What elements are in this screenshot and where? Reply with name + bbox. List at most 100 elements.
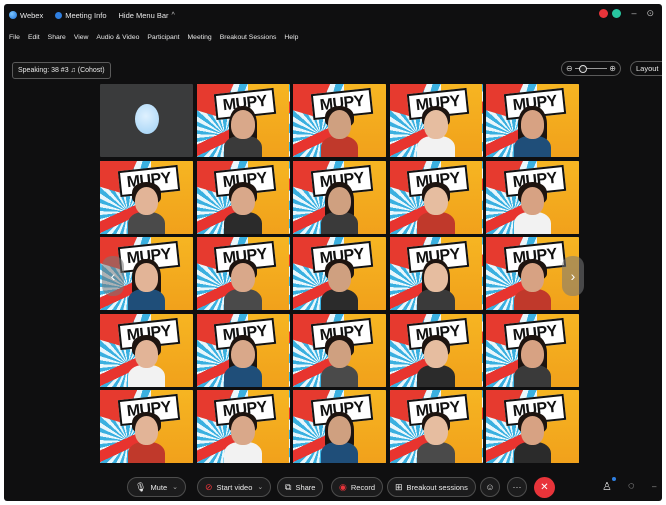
menu-bar: File Edit Share View Audio & Video Parti… <box>4 30 306 44</box>
next-page-button[interactable]: › <box>562 256 584 296</box>
participant-video <box>127 257 166 310</box>
participant-video-tile[interactable]: MUPY <box>486 313 579 387</box>
info-icon <box>55 11 63 19</box>
participant-video <box>513 257 552 310</box>
record-label: Record <box>350 482 376 492</box>
hide-menu-bar-button[interactable]: Hide Menu Bar ^ <box>119 11 175 20</box>
chevron-down-icon[interactable]: ⌄ <box>172 483 178 491</box>
participant-tile-avatar[interactable] <box>100 84 193 157</box>
record-icon: ◉ <box>339 481 347 492</box>
participant-video-tile[interactable]: MUPY <box>293 390 386 463</box>
breakout-sessions-button[interactable]: ⊞ Breakout sessions <box>387 477 476 497</box>
start-video-label: Start video <box>216 482 253 492</box>
notification-dot <box>612 477 616 481</box>
participant-video-tile[interactable]: MUPY <box>389 313 483 387</box>
participant-video-tile[interactable]: MUPY <box>486 84 579 157</box>
connection-status-icon <box>612 9 622 18</box>
participant-video-tile[interactable]: MUPY <box>486 390 579 463</box>
mute-label: Mute <box>150 482 168 492</box>
video-off-icon: ⊘ <box>205 481 213 492</box>
microphone-icon: 🎙 <box>135 481 147 492</box>
participant-video <box>320 257 359 310</box>
participant-video-tile[interactable]: MUPY <box>486 160 579 234</box>
participant-video <box>513 181 552 234</box>
menu-meeting[interactable]: Meeting <box>188 34 212 41</box>
zoom-in-icon[interactable]: ⊕ <box>609 64 616 73</box>
layout-button[interactable]: Layout <box>630 61 662 76</box>
share-icon: ⧉ <box>285 481 292 492</box>
restore-button[interactable]: ⊙ <box>646 9 654 18</box>
participants-icon[interactable]: ♙ <box>602 480 612 493</box>
start-video-button[interactable]: ⊘ Start video ⌄ <box>197 477 272 497</box>
zoom-out-icon[interactable]: ⊖ <box>566 64 573 73</box>
mute-button[interactable]: 🎙 Mute ⌄ <box>127 477 186 497</box>
menu-share[interactable]: Share <box>48 34 66 41</box>
more-panels-icon[interactable]: – <box>652 482 656 491</box>
menu-participant[interactable]: Participant <box>147 34 179 41</box>
participant-video-tile[interactable]: MUPY <box>389 160 483 234</box>
more-options-button[interactable]: ··· <box>507 477 527 497</box>
chevron-down-icon[interactable]: ⌄ <box>257 483 263 491</box>
menu-file[interactable]: File <box>9 34 20 41</box>
participant-video <box>224 181 262 234</box>
record-button[interactable]: ◉ Record <box>331 477 384 497</box>
participant-video-tile[interactable]: MUPY <box>293 313 386 387</box>
participant-video-tile[interactable]: MUPY <box>293 237 386 310</box>
participant-video <box>127 334 166 387</box>
participant-video <box>417 104 455 157</box>
participant-video <box>224 410 262 463</box>
window-controls: – ⊙ <box>595 9 654 18</box>
participant-video-tile[interactable]: MUPY <box>196 84 290 157</box>
meeting-info-button[interactable]: Meeting Info <box>55 10 107 20</box>
menu-view[interactable]: View <box>74 34 89 41</box>
zoom-track[interactable] <box>574 65 608 73</box>
menu-breakout-sessions[interactable]: Breakout Sessions <box>220 34 277 41</box>
participant-video-tile[interactable]: MUPY <box>100 160 193 234</box>
reactions-button[interactable]: ☺ <box>480 477 500 497</box>
webex-window: Webex Meeting Info Hide Menu Bar ^ – ⊙ F… <box>4 4 662 501</box>
end-meeting-button[interactable]: ✕ <box>534 477 555 498</box>
participant-video <box>417 181 455 234</box>
smiley-icon: ☺ <box>485 482 495 492</box>
participant-video-tile[interactable]: MUPY <box>196 390 290 463</box>
participant-video-tile[interactable]: MUPY <box>293 160 386 234</box>
participant-video-tile[interactable]: MUPY <box>389 84 483 157</box>
participant-video-tile[interactable]: MUPY <box>389 237 483 310</box>
participant-video-tile[interactable]: MUPY <box>389 390 483 463</box>
previous-page-button[interactable]: ‹ <box>102 256 124 296</box>
breakout-label: Breakout sessions <box>406 482 468 492</box>
meeting-info-label: Meeting Info <box>65 10 107 20</box>
video-grid: MUPY MUPY MUPY MUPY MUPY MUPY MUPY MUPY MUPY MUPY… <box>100 84 586 470</box>
participant-video-tile[interactable]: MUPY <box>100 390 193 463</box>
participant-video <box>127 181 166 234</box>
participant-video-tile[interactable]: MUPY <box>100 313 193 387</box>
participant-video <box>224 257 262 310</box>
participant-video <box>513 104 552 157</box>
chat-icon[interactable]: ◌ <box>628 480 635 492</box>
participant-video <box>320 104 359 157</box>
recording-status-icon <box>599 9 609 18</box>
share-label: Share <box>295 482 316 492</box>
participant-video-tile[interactable]: MUPY <box>196 160 290 234</box>
meeting-controls-bar: 🎙 Mute ⌄ ⊘ Start video ⌄ ⧉ Share ◉ Recor… <box>4 473 662 501</box>
participant-video <box>320 334 359 387</box>
participant-video <box>224 334 262 387</box>
app-name: Webex <box>20 10 44 20</box>
share-button[interactable]: ⧉ Share <box>277 477 324 497</box>
zoom-knob[interactable] <box>578 65 587 73</box>
menu-edit[interactable]: Edit <box>28 34 40 41</box>
title-bar: Webex Meeting Info Hide Menu Bar ^ – ⊙ <box>4 4 662 26</box>
app-title: Webex <box>4 11 43 20</box>
minimize-button[interactable]: – <box>631 9 636 18</box>
participant-video-tile[interactable]: MUPY <box>196 237 290 310</box>
participant-video <box>417 334 455 387</box>
participant-video <box>513 410 552 463</box>
participant-video <box>127 410 166 463</box>
webex-logo-icon <box>9 11 17 19</box>
menu-audio-video[interactable]: Audio & Video <box>96 34 139 41</box>
participant-video-tile[interactable]: MUPY <box>293 84 386 157</box>
participant-video-tile[interactable]: MUPY <box>196 313 290 387</box>
menu-help[interactable]: Help <box>284 34 298 41</box>
zoom-slider[interactable]: ⊖ ⊕ <box>561 61 621 76</box>
participant-video <box>417 410 455 463</box>
